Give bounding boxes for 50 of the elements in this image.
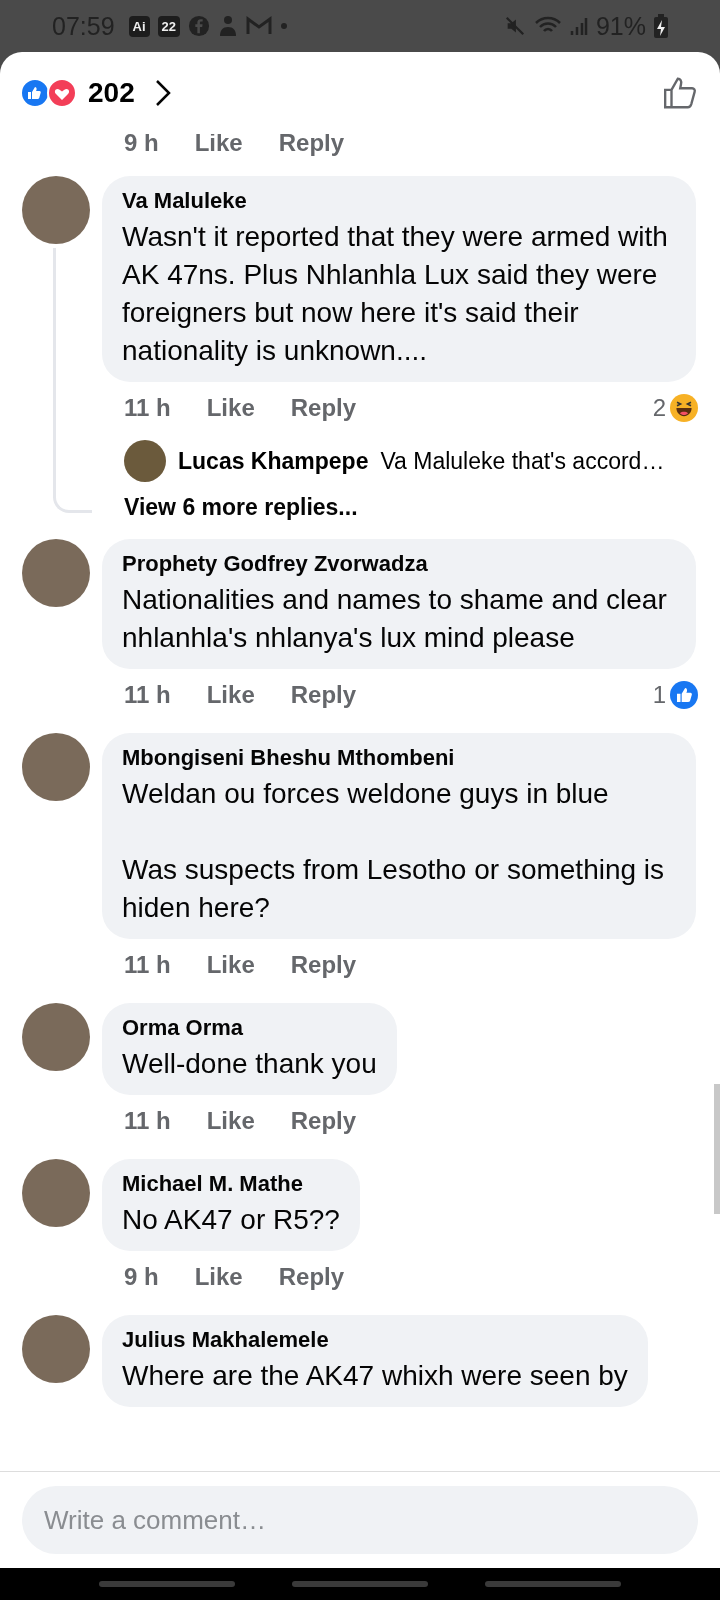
commenter-name[interactable]: Prophety Godfrey Zvorwadza	[122, 551, 676, 577]
like-button[interactable]: Like	[206, 394, 255, 422]
commenter-name[interactable]: Lucas Khampepe	[178, 447, 369, 475]
reply-button[interactable]: Reply	[290, 1107, 357, 1135]
comment-time: 11 h	[124, 1107, 171, 1135]
comment-time: 9 h	[124, 1263, 159, 1291]
comment-time: 9 h	[124, 134, 159, 157]
reaction-count[interactable]: 2	[652, 394, 666, 422]
commenter-name[interactable]: Mbongiseni Bheshu Mthombeni	[122, 745, 676, 771]
reaction-count[interactable]: 202	[88, 77, 135, 109]
notification-icon: 22	[157, 15, 181, 37]
view-more-replies-link[interactable]: View 6 more replies...	[124, 494, 358, 521]
comment-text: Wasn't it reported that they were armed with AK 47ns. Plus Nhlanhla Lux said they were foreigners but now here it's said their nationality is unknown....	[122, 220, 669, 368]
commenter-name[interactable]: Michael M. Mathe	[122, 1171, 340, 1197]
comment-text: Weldan ou forces weldone guys in blue Was suspects from Lesotho or something is hiden here?	[122, 777, 666, 925]
like-button[interactable]: Like	[194, 1263, 243, 1291]
battery-charging-icon	[654, 14, 668, 38]
reply-button[interactable]: Reply	[278, 134, 345, 157]
comment-text: Where are the AK47 whixh were seen by	[122, 1359, 628, 1393]
reply-button[interactable]: Reply	[290, 681, 357, 709]
reactions-icon[interactable]	[20, 78, 78, 108]
like-reaction-icon	[670, 681, 698, 709]
person-icon	[218, 15, 239, 37]
like-button[interactable]: Like	[206, 951, 255, 979]
comment-time: 11 h	[124, 951, 171, 979]
like-button[interactable]: Like	[206, 681, 255, 709]
comment-time: 11 h	[124, 394, 171, 422]
commenter-name[interactable]: Julius Makhalemele	[122, 1327, 628, 1353]
avatar[interactable]	[124, 440, 166, 482]
comment-time: 11 h	[124, 681, 171, 709]
comment-text: No AK47 or R5??	[122, 1203, 340, 1237]
signal-icon	[569, 15, 588, 37]
comment-text: Well-done thank you	[122, 1047, 377, 1081]
reaction-count[interactable]: 1	[652, 681, 666, 709]
comment-text: Nationalities and names to shame and clear nhlanhla's nhlanya's lux mind please	[122, 583, 668, 655]
reply-button[interactable]: Reply	[290, 951, 357, 979]
commenter-name[interactable]: Va Maluleke	[122, 188, 676, 214]
like-button[interactable]: Like	[206, 1107, 255, 1135]
mute-icon	[503, 15, 526, 37]
reply-button[interactable]: Reply	[278, 1263, 345, 1291]
dot-icon	[280, 22, 289, 30]
reply-button[interactable]: Reply	[290, 394, 357, 422]
laughing-emoji-icon	[670, 394, 698, 422]
facebook-icon	[188, 15, 211, 37]
mail-icon	[246, 16, 273, 36]
commenter-name[interactable]: Orma Orma	[122, 1015, 377, 1041]
comment-input[interactable]: Write a comment…	[22, 1486, 698, 1554]
reply-text: Va Maluleke that's accord…	[380, 447, 665, 475]
like-button[interactable]: Like	[194, 134, 243, 157]
notification-icon: Ai	[128, 15, 150, 37]
